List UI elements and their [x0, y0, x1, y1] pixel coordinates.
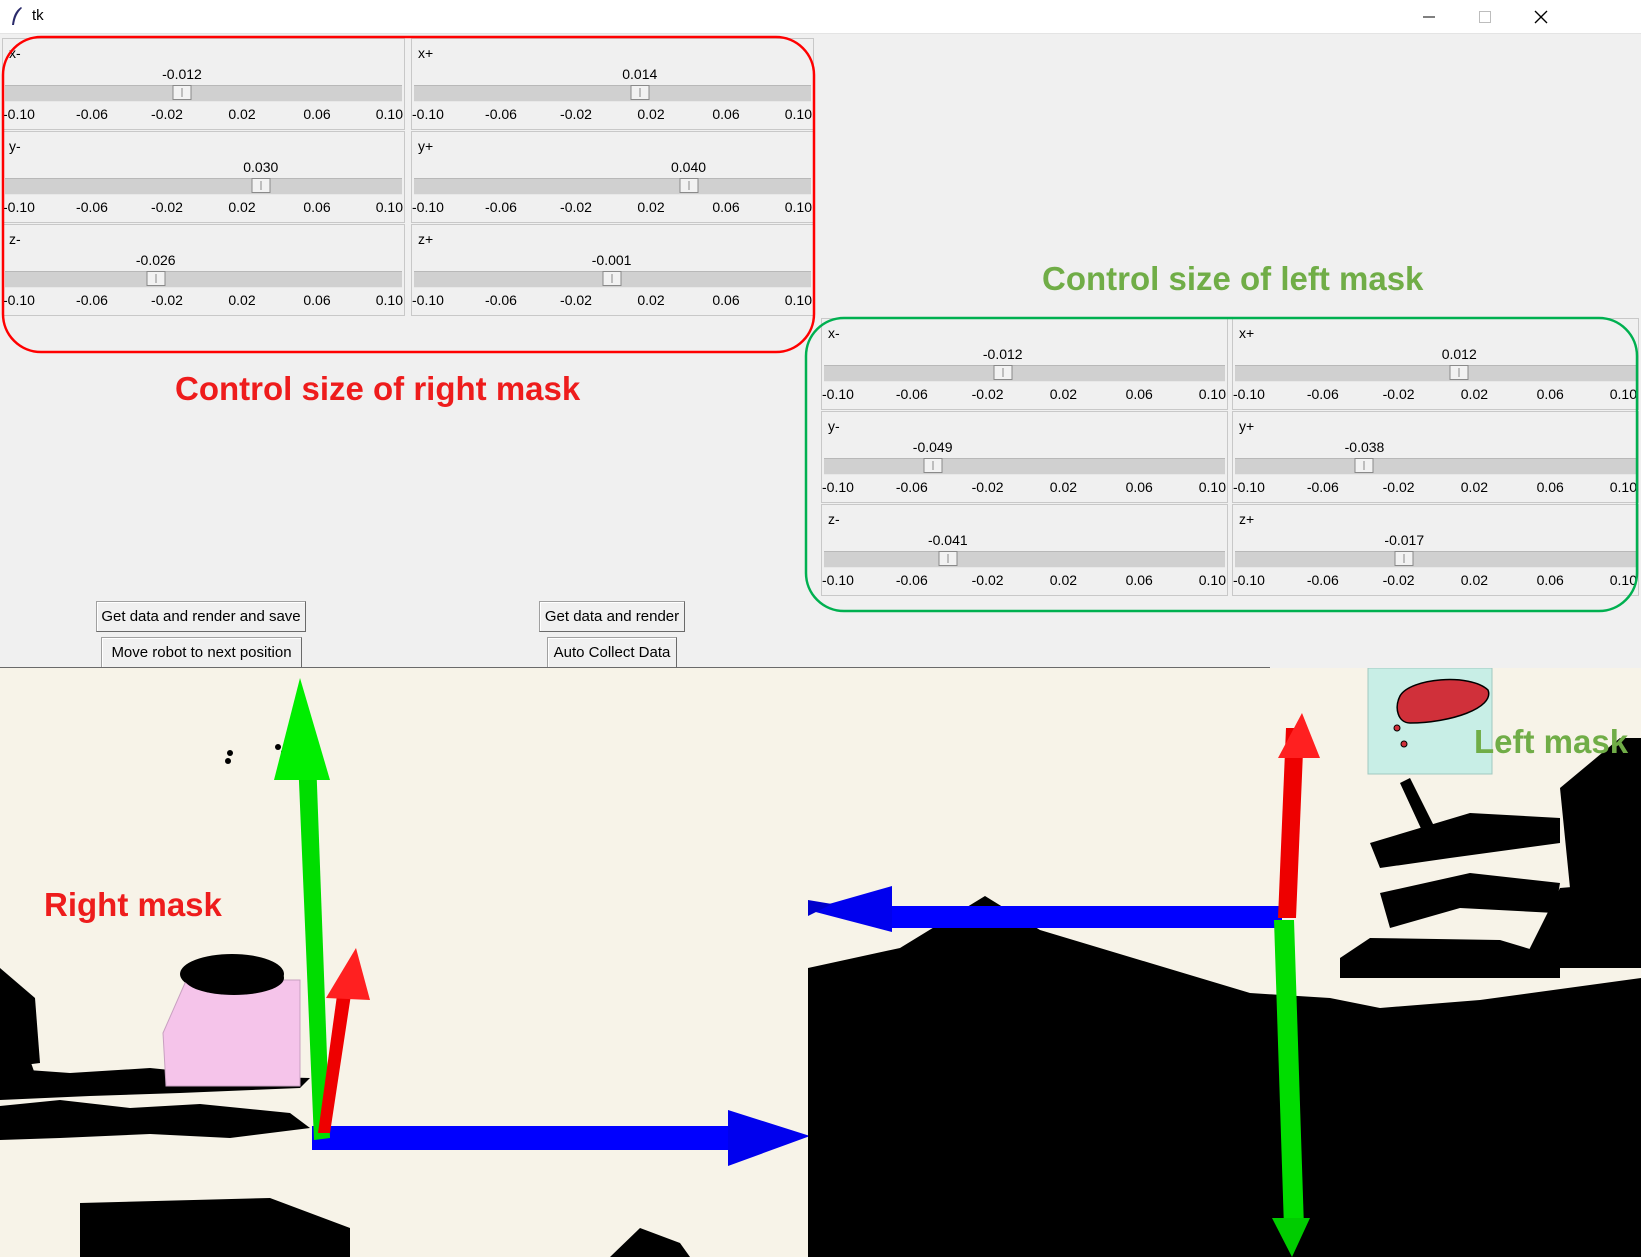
get-data-render-button[interactable]: Get data and render [539, 601, 685, 632]
annotation-outlines [1, 35, 1639, 613]
move-robot-button[interactable]: Move robot to next position [101, 637, 302, 668]
left-panel-outline [804, 316, 1639, 613]
left-mask-annotation: Left mask [1474, 723, 1629, 760]
point-cloud-viewer[interactable]: Right mask Left mask [0, 668, 1641, 1257]
right-panel-annotation: Control size of right mask [175, 370, 581, 407]
right-mask-annotation: Right mask [44, 886, 223, 923]
left-panel-annotation: Control size of left mask [1042, 260, 1424, 297]
right-panel-outline [1, 35, 816, 354]
get-data-render-save-button[interactable]: Get data and render and save [96, 601, 306, 632]
auto-collect-button[interactable]: Auto Collect Data [547, 637, 677, 668]
right-mask-box [162, 979, 301, 1087]
